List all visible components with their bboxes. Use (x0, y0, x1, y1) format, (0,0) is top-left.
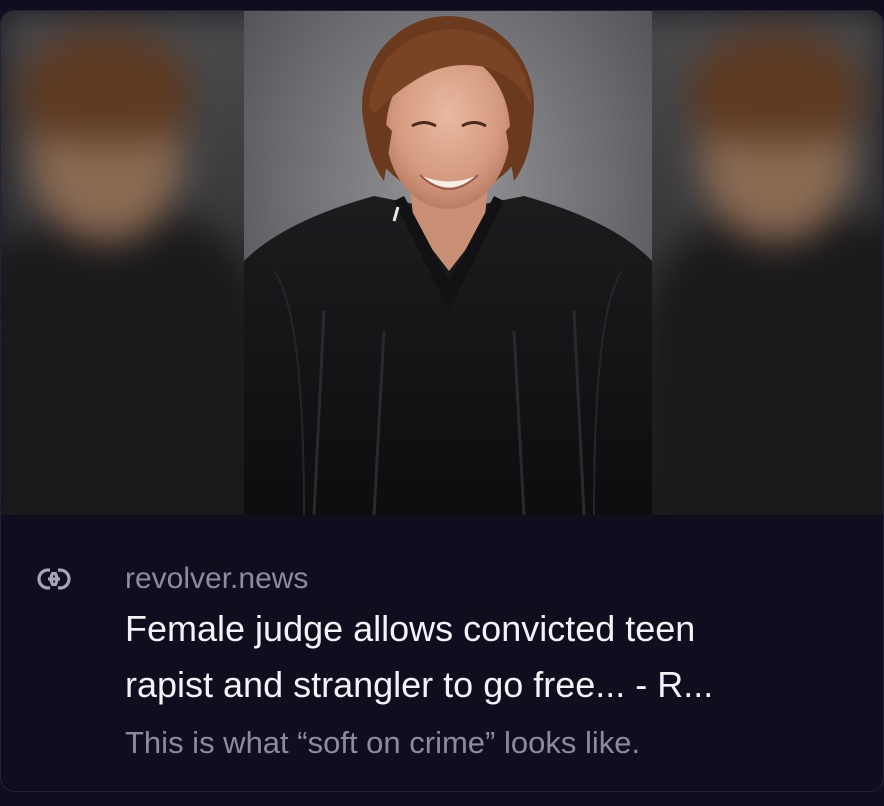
link-title[interactable]: Female judge allows convicted teen rapist… (125, 601, 865, 713)
link-title-line2: rapist and strangler to go free... - R..… (125, 664, 714, 705)
link-icon (37, 567, 71, 591)
judge-portrait-photo (244, 11, 652, 515)
preview-image[interactable] (1, 11, 883, 515)
source-domain[interactable]: revolver.news (125, 559, 308, 599)
link-title-line1: Female judge allows convicted teen (125, 608, 696, 649)
link-description: This is what “soft on crime” looks like. (125, 725, 641, 760)
link-preview-card[interactable]: revolver.news Female judge allows convic… (0, 10, 884, 792)
